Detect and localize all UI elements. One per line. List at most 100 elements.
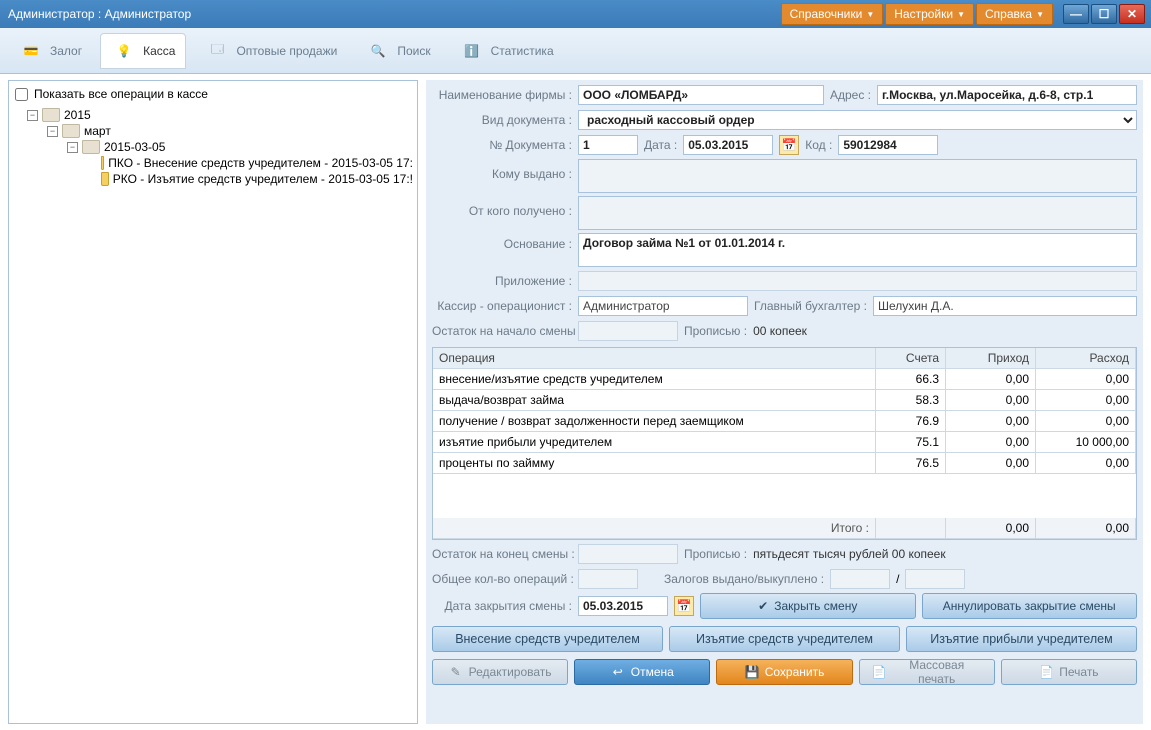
basis-input[interactable]: Договор займа №1 от 01.01.2014 г. (578, 233, 1137, 267)
col-expense: Расход (1036, 348, 1136, 368)
label-docno: № Документа : (432, 138, 572, 152)
balance-start-words: 00 копеек (753, 324, 807, 338)
tab-zalog[interactable]: 💳 Залог (8, 34, 92, 68)
cashier-input[interactable] (578, 296, 748, 316)
doctype-select[interactable]: расходный кассовый ордер (578, 110, 1137, 130)
annul-shift-button[interactable]: Аннулировать закрытие смены (922, 593, 1138, 619)
menu-help[interactable]: Справка▼ (976, 3, 1053, 25)
top-menu: Справочники▼ Настройки▼ Справка▼ (781, 3, 1053, 25)
bulb-icon: 💡 (111, 38, 137, 64)
folder-icon (42, 108, 60, 122)
chief-accountant-input[interactable] (873, 296, 1137, 316)
close-date-input[interactable] (578, 596, 668, 616)
check-icon: ✔ (758, 599, 768, 613)
label-received-from: От кого получено : (432, 196, 572, 218)
table-row[interactable]: получение / возврат задолженности перед … (433, 411, 1136, 432)
tab-opt[interactable]: 🗔 Оптовые продажи (194, 34, 347, 68)
calendar-icon[interactable]: 📅 (674, 596, 694, 616)
operations-table: Операция Счета Приход Расход внесение/из… (432, 347, 1137, 540)
firm-input[interactable] (578, 85, 824, 105)
tree-op-rko[interactable]: РКО - Изъятие средств учредителем - 2015… (101, 171, 413, 187)
label-close-date: Дата закрытия смены : (432, 599, 572, 613)
menu-references[interactable]: Справочники▼ (781, 3, 884, 25)
show-all-checkbox-row[interactable]: Показать все операции в кассе (13, 85, 413, 103)
address-input[interactable] (877, 85, 1137, 105)
col-operation: Операция (433, 348, 876, 368)
received-from-input[interactable] (578, 196, 1137, 230)
maximize-button[interactable]: ☐ (1091, 4, 1117, 24)
tab-stat[interactable]: ℹ️ Статистика (449, 34, 564, 68)
save-button[interactable]: 💾Сохранить (716, 659, 852, 685)
date-input[interactable] (683, 135, 773, 155)
label-doctype: Вид документа : (432, 113, 572, 127)
tab-kassa[interactable]: 💡 Касса (100, 33, 186, 69)
table-row[interactable]: внесение/изъятие средств учредителем66.3… (433, 369, 1136, 390)
show-all-checkbox[interactable] (15, 88, 28, 101)
tree-op-pko[interactable]: ПКО - Внесение средств учредителем - 201… (101, 155, 413, 171)
table-total-row: Итого :0,000,00 (433, 518, 1136, 539)
label-code: Код : (805, 138, 832, 152)
label-in-words: Прописью : (684, 324, 747, 338)
application-input[interactable] (578, 271, 1137, 291)
total-ops-input (578, 569, 638, 589)
tab-search[interactable]: 🔍 Поиск (355, 34, 440, 68)
folder-icon (82, 140, 100, 154)
minimize-button[interactable]: — (1063, 4, 1089, 24)
tree-day[interactable]: −2015-03-05 (67, 139, 413, 155)
label-balance-end: Остаток на конец смены : (432, 547, 572, 561)
app-title: Администратор : Администратор (8, 7, 781, 21)
code-input[interactable] (838, 135, 938, 155)
calendar-icon[interactable]: 📅 (779, 135, 799, 155)
edit-button[interactable]: ✎Редактировать (432, 659, 568, 685)
folder-icon (101, 172, 109, 186)
label-firm: Наименование фирмы : (432, 88, 572, 102)
balance-end-words: пятьдесят тысяч рублей 00 копеек (753, 547, 946, 561)
label-date: Дата : (644, 138, 677, 152)
founder-deposit-button[interactable]: Внесение средств учредителем (432, 626, 663, 652)
balance-end-input (578, 544, 678, 564)
chevron-down-icon: ▼ (1036, 10, 1044, 19)
founder-withdraw-button[interactable]: Изъятие средств учредителем (669, 626, 900, 652)
table-empty-area (433, 474, 1136, 518)
show-all-label: Показать все операции в кассе (34, 87, 208, 101)
mass-print-button[interactable]: 📄Массовая печать (859, 659, 995, 685)
save-icon: 💾 (745, 665, 759, 679)
chevron-down-icon: ▼ (866, 10, 874, 19)
zalog-issued-input (830, 569, 890, 589)
collapse-icon[interactable]: − (47, 126, 58, 137)
issued-to-input[interactable] (578, 159, 1137, 193)
label-total-ops: Общее кол-во операций : (432, 572, 572, 586)
operations-tree[interactable]: Показать все операции в кассе −2015 −мар… (8, 80, 418, 724)
collapse-icon[interactable]: − (27, 110, 38, 121)
doc-icon: 📄 (1039, 665, 1053, 679)
info-icon: ℹ️ (459, 38, 485, 64)
close-button[interactable]: ✕ (1119, 4, 1145, 24)
cancel-button[interactable]: ↩Отмена (574, 659, 710, 685)
label-application: Приложение : (432, 274, 572, 288)
docno-input[interactable] (578, 135, 638, 155)
label-zalog-io: Залогов выдано/выкуплено : (664, 572, 824, 586)
main-toolbar: 💳 Залог 💡 Касса 🗔 Оптовые продажи 🔍 Поис… (0, 28, 1151, 74)
folder-icon (101, 156, 104, 170)
window-buttons: — ☐ ✕ (1063, 4, 1145, 24)
table-row[interactable]: изъятие прибыли учредителем75.10,0010 00… (433, 432, 1136, 453)
label-balance-start: Остаток на начало смены : (432, 324, 572, 338)
close-shift-button[interactable]: ✔Закрыть смену (700, 593, 916, 619)
tree-month[interactable]: −март (47, 123, 413, 139)
table-row[interactable]: проценты по займму76.50,000,00 (433, 453, 1136, 474)
print-button[interactable]: 📄Печать (1001, 659, 1137, 685)
label-chief-accountant: Главный бухгалтер : (754, 299, 867, 313)
label-address: Адрес : (830, 88, 871, 102)
chevron-down-icon: ▼ (957, 10, 965, 19)
folder-icon (62, 124, 80, 138)
label-basis: Основание : (432, 233, 572, 251)
tree-year[interactable]: −2015 (27, 107, 413, 123)
collapse-icon[interactable]: − (67, 142, 78, 153)
col-accounts: Счета (876, 348, 946, 368)
card-icon: 💳 (18, 38, 44, 64)
founder-profit-withdraw-button[interactable]: Изъятие прибыли учредителем (906, 626, 1137, 652)
menu-settings[interactable]: Настройки▼ (885, 3, 974, 25)
table-row[interactable]: выдача/возврат займа58.30,000,00 (433, 390, 1136, 411)
balance-start-input (578, 321, 678, 341)
form-panel: Наименование фирмы : Адрес : Вид докумен… (426, 80, 1143, 724)
